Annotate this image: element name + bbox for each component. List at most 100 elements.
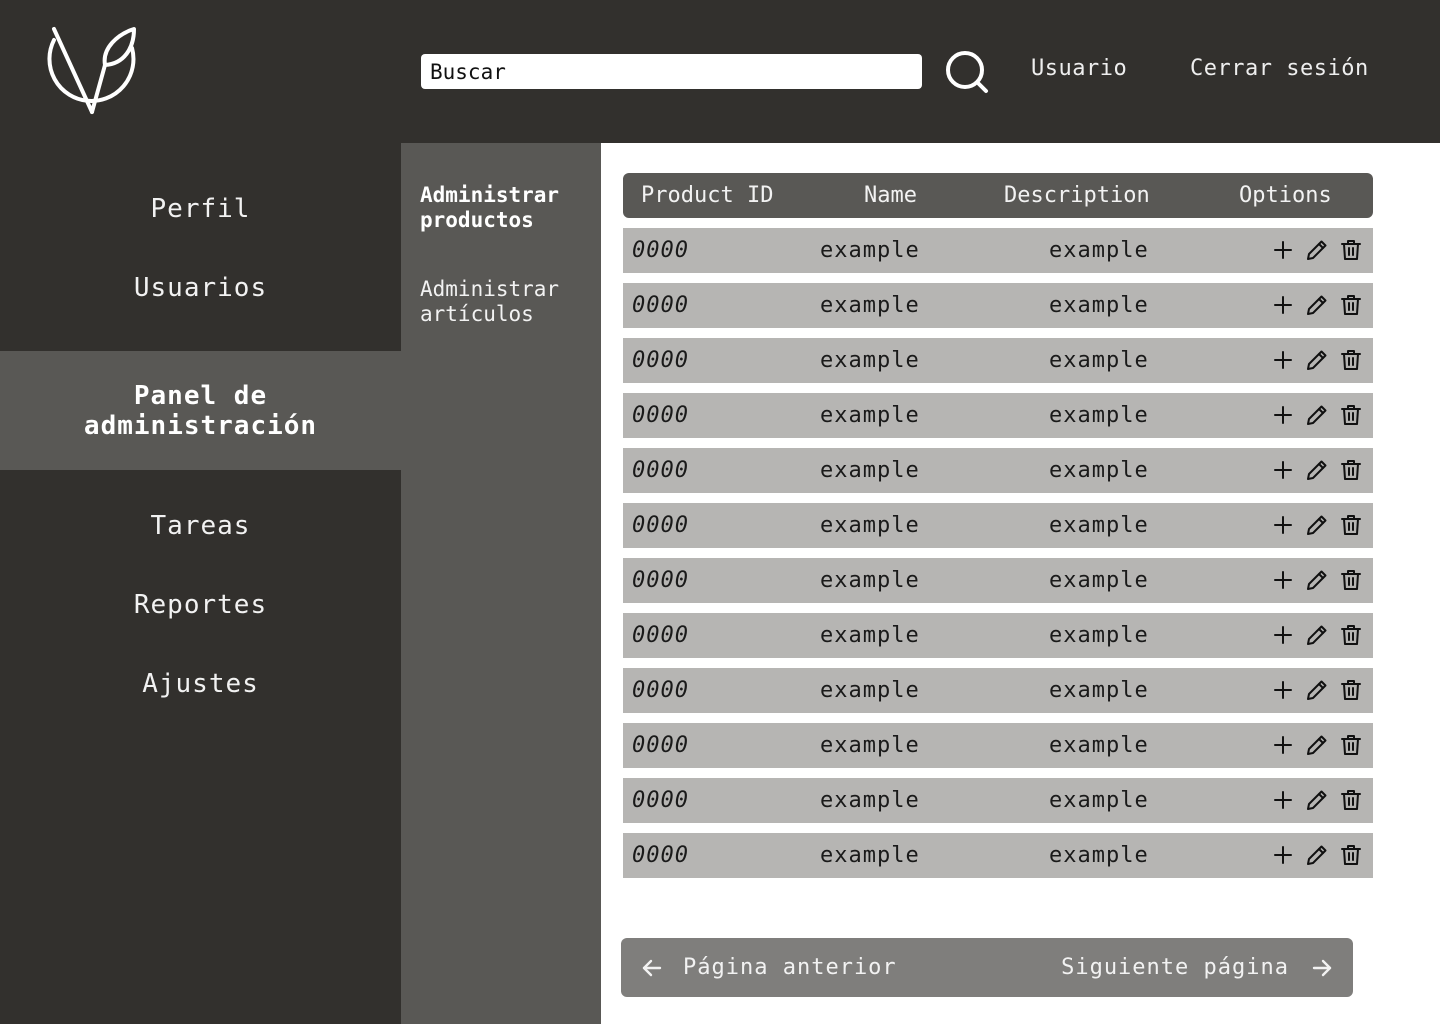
cell-name: example bbox=[820, 733, 920, 758]
column-header-description[interactable]: Description bbox=[1004, 183, 1150, 208]
cell-product-id: 0000 bbox=[632, 623, 689, 648]
plus-icon[interactable] bbox=[1271, 238, 1295, 262]
pencil-icon[interactable] bbox=[1305, 568, 1329, 592]
cell-product-id: 0000 bbox=[632, 843, 689, 868]
trash-icon[interactable] bbox=[1339, 678, 1363, 702]
trash-icon[interactable] bbox=[1339, 293, 1363, 317]
sidebar-item-panel-administracion[interactable]: Panel de administración bbox=[0, 351, 401, 470]
next-page-button[interactable]: Siguiente página bbox=[1061, 938, 1333, 997]
subnav-item-articulos[interactable]: Administrar artículos bbox=[420, 277, 590, 327]
pencil-icon[interactable] bbox=[1305, 293, 1329, 317]
pencil-icon[interactable] bbox=[1305, 623, 1329, 647]
cell-name: example bbox=[820, 238, 920, 263]
cell-product-id: 0000 bbox=[632, 678, 689, 703]
sidebar-item-perfil[interactable]: Perfil bbox=[0, 194, 401, 224]
cell-product-id: 0000 bbox=[632, 733, 689, 758]
sidebar-item-ajustes[interactable]: Ajustes bbox=[0, 669, 401, 699]
pencil-icon[interactable] bbox=[1305, 403, 1329, 427]
table-row[interactable]: 0000 example example bbox=[623, 668, 1373, 713]
previous-page-label: Página anterior bbox=[683, 955, 897, 980]
subnav-item-productos[interactable]: Administrar productos bbox=[420, 183, 590, 233]
trash-icon[interactable] bbox=[1339, 843, 1363, 867]
table-row[interactable]: 0000 example example bbox=[623, 448, 1373, 493]
table-row[interactable]: 0000 example example bbox=[623, 503, 1373, 548]
sidebar-item-label: Panel de administración bbox=[83, 380, 318, 441]
plus-icon[interactable] bbox=[1271, 843, 1295, 867]
pencil-icon[interactable] bbox=[1305, 513, 1329, 537]
plus-icon[interactable] bbox=[1271, 623, 1295, 647]
table-row[interactable]: 0000 example example bbox=[623, 338, 1373, 383]
table-row[interactable]: 0000 example example bbox=[623, 778, 1373, 823]
cell-description: example bbox=[1049, 403, 1149, 428]
cell-product-id: 0000 bbox=[632, 458, 689, 483]
trash-icon[interactable] bbox=[1339, 568, 1363, 592]
plus-icon[interactable] bbox=[1271, 403, 1295, 427]
brand-logo[interactable] bbox=[46, 26, 138, 118]
search-input[interactable] bbox=[421, 54, 922, 89]
cell-description: example bbox=[1049, 293, 1149, 318]
table-row[interactable]: 0000 example example bbox=[623, 833, 1373, 878]
search-icon[interactable] bbox=[944, 49, 990, 95]
cell-name: example bbox=[820, 678, 920, 703]
cell-name: example bbox=[820, 293, 920, 318]
column-header-product-id[interactable]: Product ID bbox=[641, 183, 773, 208]
cell-product-id: 0000 bbox=[632, 403, 689, 428]
cell-product-id: 0000 bbox=[632, 568, 689, 593]
cell-description: example bbox=[1049, 513, 1149, 538]
table-row[interactable]: 0000 example example bbox=[623, 283, 1373, 328]
column-header-options: Options bbox=[1239, 183, 1332, 208]
cell-description: example bbox=[1049, 348, 1149, 373]
pencil-icon[interactable] bbox=[1305, 733, 1329, 757]
plus-icon[interactable] bbox=[1271, 348, 1295, 372]
cell-description: example bbox=[1049, 678, 1149, 703]
cell-product-id: 0000 bbox=[632, 513, 689, 538]
trash-icon[interactable] bbox=[1339, 238, 1363, 262]
trash-icon[interactable] bbox=[1339, 623, 1363, 647]
sidebar-item-usuarios[interactable]: Usuarios bbox=[0, 273, 401, 303]
table-row[interactable]: 0000 example example bbox=[623, 723, 1373, 768]
cell-name: example bbox=[820, 348, 920, 373]
plus-icon[interactable] bbox=[1271, 568, 1295, 592]
table-row[interactable]: 0000 example example bbox=[623, 613, 1373, 658]
cell-description: example bbox=[1049, 568, 1149, 593]
cell-product-id: 0000 bbox=[632, 293, 689, 318]
trash-icon[interactable] bbox=[1339, 403, 1363, 427]
sidebar-item-tareas[interactable]: Tareas bbox=[0, 511, 401, 541]
cell-description: example bbox=[1049, 458, 1149, 483]
plus-icon[interactable] bbox=[1271, 293, 1295, 317]
table-header: Product ID Name Description Options bbox=[623, 173, 1373, 218]
pencil-icon[interactable] bbox=[1305, 678, 1329, 702]
trash-icon[interactable] bbox=[1339, 348, 1363, 372]
table-row[interactable]: 0000 example example bbox=[623, 228, 1373, 273]
next-page-label: Siguiente página bbox=[1061, 955, 1289, 980]
pencil-icon[interactable] bbox=[1305, 458, 1329, 482]
previous-page-button[interactable]: Página anterior bbox=[641, 938, 897, 997]
cell-description: example bbox=[1049, 623, 1149, 648]
table-row[interactable]: 0000 example example bbox=[623, 393, 1373, 438]
cell-name: example bbox=[820, 843, 920, 868]
trash-icon[interactable] bbox=[1339, 788, 1363, 812]
plus-icon[interactable] bbox=[1271, 678, 1295, 702]
plus-icon[interactable] bbox=[1271, 733, 1295, 757]
cell-description: example bbox=[1049, 733, 1149, 758]
plus-icon[interactable] bbox=[1271, 513, 1295, 537]
trash-icon[interactable] bbox=[1339, 513, 1363, 537]
plus-icon[interactable] bbox=[1271, 788, 1295, 812]
pencil-icon[interactable] bbox=[1305, 238, 1329, 262]
trash-icon[interactable] bbox=[1339, 733, 1363, 757]
trash-icon[interactable] bbox=[1339, 458, 1363, 482]
table-row[interactable]: 0000 example example bbox=[623, 558, 1373, 603]
arrow-right-icon bbox=[1312, 959, 1332, 976]
user-link[interactable]: Usuario bbox=[1031, 56, 1127, 81]
pencil-icon[interactable] bbox=[1305, 348, 1329, 372]
sidebar-item-reportes[interactable]: Reportes bbox=[0, 590, 401, 620]
pencil-icon[interactable] bbox=[1305, 788, 1329, 812]
logout-link[interactable]: Cerrar sesión bbox=[1190, 56, 1369, 81]
pencil-icon[interactable] bbox=[1305, 843, 1329, 867]
cell-name: example bbox=[820, 568, 920, 593]
cell-name: example bbox=[820, 403, 920, 428]
cell-description: example bbox=[1049, 788, 1149, 813]
cell-product-id: 0000 bbox=[632, 348, 689, 373]
plus-icon[interactable] bbox=[1271, 458, 1295, 482]
column-header-name[interactable]: Name bbox=[864, 183, 917, 208]
